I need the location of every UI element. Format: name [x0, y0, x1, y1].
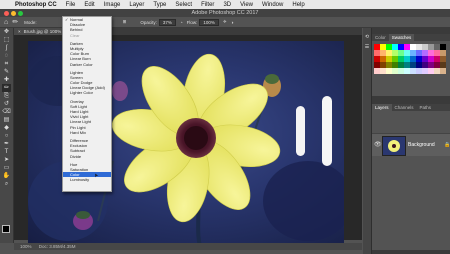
window-controls [4, 10, 23, 16]
eraser-tool-icon[interactable]: ⌫ [2, 108, 11, 116]
minimize-window-icon[interactable] [11, 10, 16, 16]
layer-thumbnail [382, 136, 406, 156]
app-menu[interactable]: Photoshop CC [15, 2, 57, 8]
close-window-icon[interactable] [4, 10, 9, 16]
crop-tool-icon[interactable]: ⌗ [2, 60, 11, 68]
layers-panel: Layers Channels Paths 👁 Background 🔒 [372, 104, 450, 250]
move-tool-icon[interactable]: ✥ [2, 28, 11, 36]
shape-tool-icon[interactable]: ▭ [2, 164, 11, 172]
stamp-tool-icon[interactable]: ⎘ [2, 92, 11, 100]
home-icon[interactable]: ⌂ [4, 19, 8, 26]
blend-mode-option: Clear [63, 33, 111, 38]
blend-mode-label: Darker Color [70, 61, 93, 67]
close-tab-icon[interactable]: × [18, 29, 21, 34]
flow-label: Flow: [186, 19, 198, 25]
pen-tool-icon[interactable]: ✒ [2, 140, 11, 148]
blend-mode-option[interactable]: Luminosity [63, 177, 111, 182]
blend-mode-option[interactable]: Darker Color [63, 62, 111, 67]
opacity-label: Opacity: [140, 19, 157, 25]
tab-channels[interactable]: Channels [392, 104, 417, 111]
hand-tool-icon[interactable]: ✋ [2, 172, 11, 180]
history-panel-icon[interactable]: ⟲ [363, 34, 371, 40]
path-select-tool-icon[interactable]: ➤ [2, 156, 11, 164]
panel-icon-column: ⟲ ☰ [363, 28, 372, 254]
lasso-tool-icon[interactable]: ʃ [2, 44, 11, 52]
window-title: Adobe Photoshop CC 2017 [191, 10, 259, 16]
layer-name: Background [408, 142, 435, 148]
blend-mode-label: Clear [70, 32, 80, 38]
blend-mode-option[interactable]: Lighter Color [63, 90, 111, 95]
opacity-field[interactable]: 37% [158, 18, 176, 26]
quick-select-tool-icon[interactable]: ◌ [2, 52, 11, 60]
menu-image[interactable]: Image [104, 2, 121, 8]
swatch-grid [374, 44, 448, 74]
pressure-opacity-icon[interactable]: ◔ [180, 20, 183, 25]
healing-tool-icon[interactable]: ✚ [2, 76, 11, 84]
brush-tool-icon[interactable]: ✏ [2, 84, 11, 92]
gradient-tool-icon[interactable]: ▤ [2, 116, 11, 124]
menu-type[interactable]: Type [153, 2, 166, 8]
pressure-size-icon[interactable]: ◑ [231, 20, 234, 25]
zoom-window-icon[interactable] [18, 10, 23, 16]
blend-mode-menu: ✓ Normal Dissolve Behind Clear Darken Multiply… [62, 16, 112, 192]
dodge-tool-icon[interactable]: ○ [2, 132, 11, 140]
menu-file[interactable]: File [66, 2, 76, 8]
blend-mode-option[interactable]: Divide [63, 154, 111, 159]
blend-mode-label: Lighter Color [70, 90, 93, 96]
mode-label: Mode: [24, 19, 37, 25]
zoom-readout[interactable]: 100% [20, 244, 32, 249]
blend-mode-label: Divide [70, 153, 82, 159]
doc-size-readout: Doc: 3.85M/4.35M [38, 244, 76, 249]
marquee-tool-icon[interactable]: ⬚ [2, 36, 11, 44]
lock-icon: 🔒 [444, 142, 450, 148]
color-swatch[interactable] [440, 68, 446, 74]
type-tool-icon[interactable]: T [2, 148, 11, 156]
tab-layers[interactable]: Layers [372, 104, 392, 111]
blend-mode-label: Hard Mix [70, 129, 87, 135]
airbrush-icon[interactable]: ✈ [223, 19, 227, 25]
history-brush-tool-icon[interactable]: ↺ [2, 100, 11, 108]
tab-paths[interactable]: Paths [417, 104, 435, 111]
menu-window[interactable]: Window [262, 2, 283, 8]
status-bar: 100% Doc: 3.85M/4.35M [14, 243, 362, 250]
color-swatches-panel: Color Swatches [372, 34, 450, 96]
menu-select[interactable]: Select [175, 2, 192, 8]
eyedropper-tool-icon[interactable]: ✎ [2, 68, 11, 76]
menu-view[interactable]: View [240, 2, 253, 8]
eye-icon[interactable]: 👁 [374, 141, 382, 148]
layer-row-background[interactable]: 👁 Background 🔒 [372, 134, 450, 156]
tab-swatches[interactable]: Swatches [388, 34, 415, 41]
menu-layer[interactable]: Layer [129, 2, 144, 8]
brush-preset-icon[interactable]: ✏ [12, 18, 18, 26]
tools-panel: ✥ ⬚ ʃ ◌ ⌗ ✎ ✚ ✏ ⎘ ↺ ⌫ ▤ ◆ ○ ✒ T ➤ ▭ ✋ ⌕ [0, 28, 14, 243]
tab-color[interactable]: Color [372, 34, 389, 41]
blend-mode-label: Luminosity [70, 177, 90, 183]
flow-field[interactable]: 100% [199, 18, 219, 26]
blur-tool-icon[interactable]: ◆ [2, 124, 11, 132]
layer-controls [372, 111, 450, 134]
properties-panel-icon[interactable]: ☰ [363, 44, 371, 50]
blend-mode-option[interactable]: Hard Mix [63, 130, 111, 135]
menu-bar: Photoshop CC File Edit Image Layer Type … [0, 0, 450, 9]
brush-toggle-icon[interactable]: ⊞ [123, 19, 127, 25]
zoom-tool-icon[interactable]: ⌕ [2, 180, 11, 188]
foreground-color-swatch[interactable] [2, 225, 10, 233]
menu-edit[interactable]: Edit [84, 2, 94, 8]
menu-filter[interactable]: Filter [201, 2, 214, 8]
menu-3d[interactable]: 3D [223, 2, 231, 8]
menu-help[interactable]: Help [292, 2, 304, 8]
